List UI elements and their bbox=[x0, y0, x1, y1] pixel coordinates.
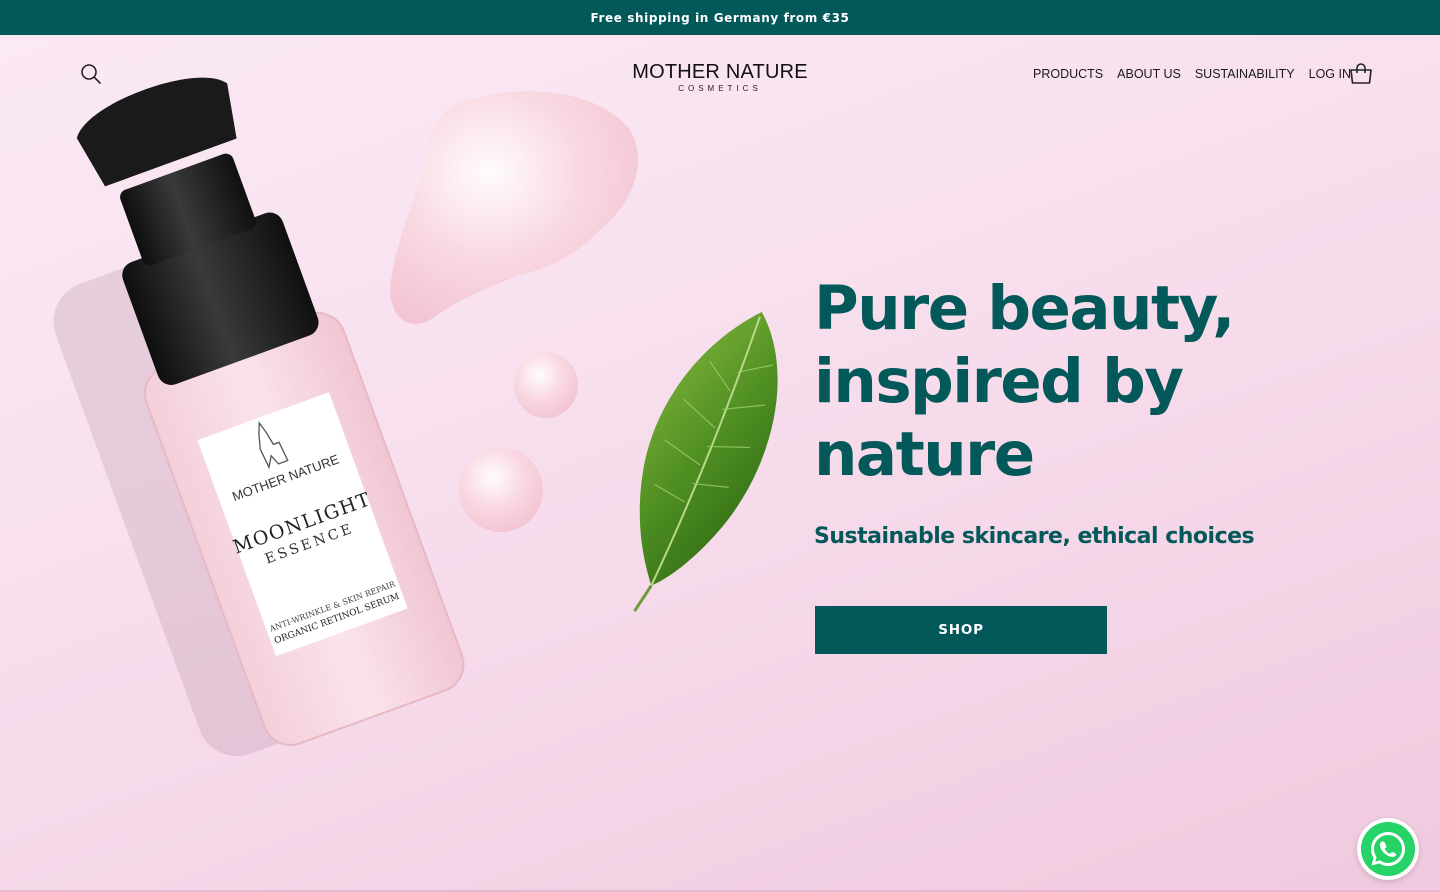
logo-tagline: COSMETICS bbox=[678, 84, 762, 93]
nav-sustainability[interactable]: SUSTAINABILITY bbox=[1195, 67, 1295, 81]
shopping-bag-icon[interactable] bbox=[1349, 63, 1373, 85]
site-logo[interactable]: MOTHER NATURE COSMETICS bbox=[620, 61, 820, 94]
shop-button[interactable]: SHOP bbox=[815, 606, 1107, 654]
site-header: MOTHER NATURE COSMETICS PRODUCTS ABOUT U… bbox=[0, 35, 1440, 115]
logo-name: MOTHER NATURE bbox=[632, 61, 808, 83]
search-icon[interactable] bbox=[79, 62, 103, 86]
nav-products[interactable]: PRODUCTS bbox=[1033, 67, 1103, 81]
whatsapp-icon bbox=[1361, 822, 1415, 876]
hero-product-image: MOTHER NATURE MOONLIGHT ESSENCE ANTI-WRI… bbox=[53, 77, 778, 757]
hero-subheadline: Sustainable skincare, ethical choices bbox=[814, 524, 1255, 549]
hero-headline: Pure beauty, inspired by nature bbox=[814, 273, 1235, 490]
nav-log-in[interactable]: LOG IN bbox=[1309, 67, 1351, 81]
nav-about-us[interactable]: ABOUT US bbox=[1117, 67, 1181, 81]
main-nav: PRODUCTS ABOUT US SUSTAINABILITY LOG IN bbox=[1033, 67, 1351, 81]
announcement-text: Free shipping in Germany from €35 bbox=[590, 10, 850, 25]
whatsapp-chat-button[interactable] bbox=[1357, 818, 1419, 880]
announcement-bar: Free shipping in Germany from €35 bbox=[0, 0, 1440, 35]
